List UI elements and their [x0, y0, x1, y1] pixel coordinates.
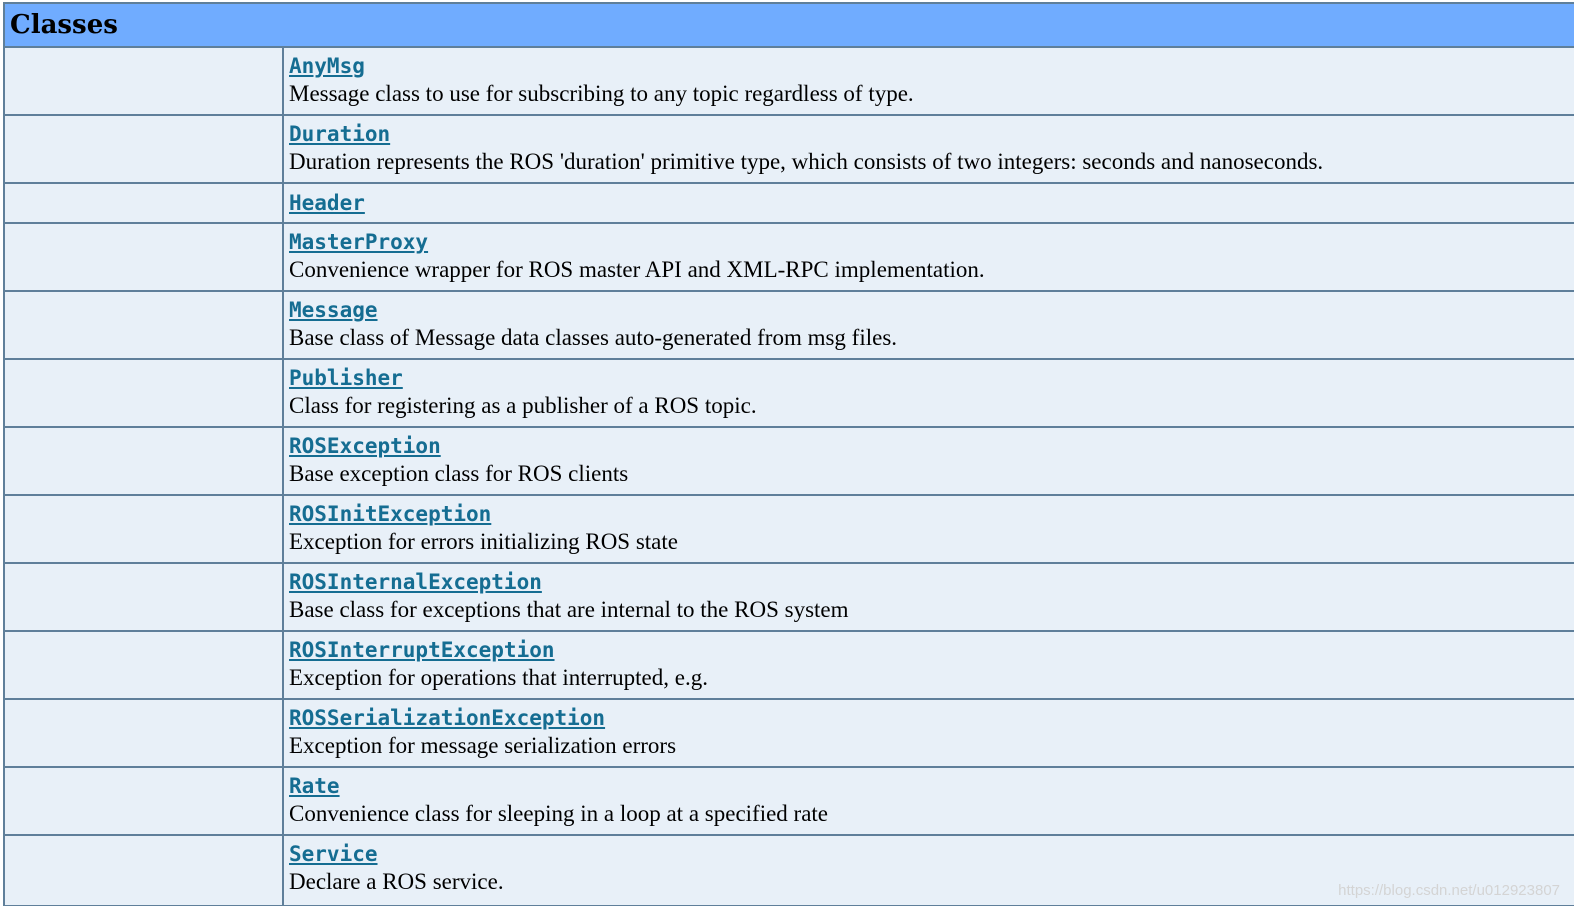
row-left-cell [5, 564, 284, 630]
row-right-cell: Message Base class of Message data class… [284, 292, 1574, 358]
row-right-cell: ROSSerializationException Exception for … [284, 700, 1574, 766]
row-right-cell: AnyMsg Message class to use for subscrib… [284, 48, 1574, 114]
row-right-cell: Header [284, 184, 1574, 222]
row-left-cell [5, 428, 284, 494]
class-description: Convenience class for sleeping in a loop… [289, 801, 829, 826]
table-row: ROSInterruptException Exception for oper… [5, 632, 1574, 700]
table-row: Rate Convenience class for sleeping in a… [5, 768, 1574, 836]
class-description: Convenience wrapper for ROS master API a… [289, 257, 985, 282]
class-link-rosserializationexception[interactable]: ROSSerializationException [289, 705, 605, 732]
row-right-cell: Duration Duration represents the ROS 'du… [284, 116, 1574, 182]
class-link-publisher[interactable]: Publisher [289, 365, 403, 392]
class-link-masterproxy[interactable]: MasterProxy [289, 229, 428, 256]
row-left-cell [5, 360, 284, 426]
class-description: Base exception class for ROS clients [289, 461, 629, 486]
row-right-cell: ROSInterruptException Exception for oper… [284, 632, 1574, 698]
class-link-rosinitexception[interactable]: ROSInitException [289, 501, 491, 528]
row-left-cell [5, 48, 284, 114]
row-left-cell [5, 836, 284, 905]
table-row: ROSException Base exception class for RO… [5, 428, 1574, 496]
table-row: Duration Duration represents the ROS 'du… [5, 116, 1574, 184]
table-row: ROSInternalException Base class for exce… [5, 564, 1574, 632]
class-link-header[interactable]: Header [289, 190, 365, 217]
class-link-service[interactable]: Service [289, 841, 378, 868]
class-link-duration[interactable]: Duration [289, 121, 390, 148]
class-link-anymsg[interactable]: AnyMsg [289, 53, 365, 80]
class-link-message[interactable]: Message [289, 297, 378, 324]
row-left-cell [5, 700, 284, 766]
row-right-cell: ROSException Base exception class for RO… [284, 428, 1574, 494]
row-left-cell [5, 292, 284, 358]
class-description: Exception for errors initializing ROS st… [289, 529, 678, 554]
row-left-cell [5, 496, 284, 562]
class-link-rosinterruptexception[interactable]: ROSInterruptException [289, 637, 555, 664]
table-row: Header [5, 184, 1574, 224]
table-row: AnyMsg Message class to use for subscrib… [5, 48, 1574, 116]
row-left-cell [5, 768, 284, 834]
table-row: MasterProxy Convenience wrapper for ROS … [5, 224, 1574, 292]
row-left-cell [5, 184, 284, 222]
class-description: Duration represents the ROS 'duration' p… [289, 149, 1324, 174]
watermark-text: https://blog.csdn.net/u012923807 [1338, 882, 1560, 899]
row-left-cell [5, 224, 284, 290]
row-left-cell [5, 632, 284, 698]
row-right-cell: Publisher Class for registering as a pub… [284, 360, 1574, 426]
class-description: Class for registering as a publisher of … [289, 393, 757, 418]
class-link-rosinternalexception[interactable]: ROSInternalException [289, 569, 542, 596]
section-title: Classes [10, 10, 118, 40]
classes-table: Classes AnyMsg Message class to use for … [3, 2, 1574, 906]
class-description: Base class of Message data classes auto-… [289, 325, 898, 350]
class-description: Exception for operations that interrupte… [289, 665, 708, 690]
class-description: Message class to use for subscribing to … [289, 81, 914, 106]
classes-header: Classes [5, 4, 1574, 48]
row-right-cell: ROSInitException Exception for errors in… [284, 496, 1574, 562]
table-row: ROSInitException Exception for errors in… [5, 496, 1574, 564]
class-description: Base class for exceptions that are inter… [289, 597, 849, 622]
row-right-cell: ROSInternalException Base class for exce… [284, 564, 1574, 630]
class-description: Exception for message serialization erro… [289, 733, 677, 758]
row-right-cell: Rate Convenience class for sleeping in a… [284, 768, 1574, 834]
table-row: ROSSerializationException Exception for … [5, 700, 1574, 768]
row-left-cell [5, 116, 284, 182]
class-link-rate[interactable]: Rate [289, 773, 340, 800]
row-right-cell: MasterProxy Convenience wrapper for ROS … [284, 224, 1574, 290]
class-link-rosexception[interactable]: ROSException [289, 433, 441, 460]
table-row: Publisher Class for registering as a pub… [5, 360, 1574, 428]
table-row: Message Base class of Message data class… [5, 292, 1574, 360]
